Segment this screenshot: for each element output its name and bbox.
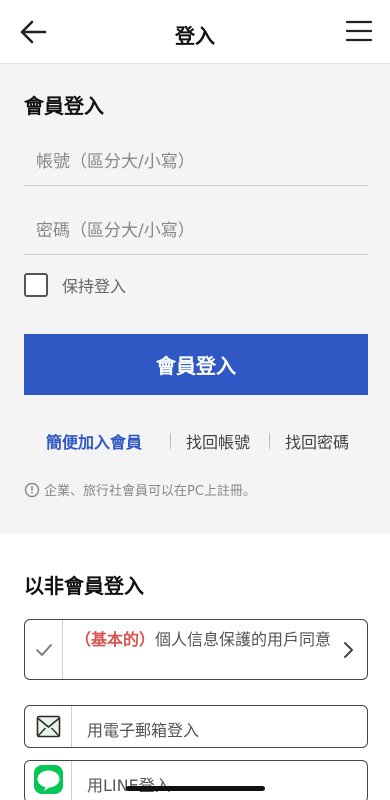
member-login-section: 會員登入 保持登入 會員登入 簡便加入會員 找回帳號 找回密碼 企業、旅行社會員… [0,64,390,534]
divider [269,433,270,449]
home-indicator [126,786,265,791]
keep-logged-in-toggle[interactable]: 保持登入 [24,272,126,298]
find-password-link[interactable]: 找回密碼 [285,429,349,453]
corporate-notice: 企業、旅行社會員可以在PC上註冊。 [24,480,256,499]
consent-text: （基本的）個人信息保護的用戶同意 [75,630,335,650]
email-login-button[interactable]: 用電子郵箱登入 [24,705,368,748]
password-input[interactable] [24,207,368,254]
account-links: 簡便加入會員 找回帳號 找回密碼 [0,429,390,453]
non-member-login-heading: 以非會員登入 [24,574,144,598]
hamburger-menu-icon[interactable] [345,20,373,42]
top-bar: 登入 [0,0,390,64]
email-login-label: 用電子郵箱登入 [87,721,200,740]
account-input[interactable] [24,138,368,185]
member-login-button[interactable]: 會員登入 [24,334,368,395]
consent-check-box[interactable] [25,620,63,679]
line-icon-box [25,761,72,800]
corporate-notice-text: 企業、旅行社會員可以在PC上註冊。 [44,484,256,499]
line-login-button[interactable]: 用LINE登入 [24,760,368,800]
info-circle-icon [24,482,40,498]
keep-logged-in-checkbox[interactable] [24,273,48,297]
envelope-icon [36,715,61,738]
account-field [24,138,368,186]
line-login-label: 用LINE登入 [87,772,171,796]
consent-label: 個人信息保護的用戶同意 [155,630,332,649]
divider [170,433,171,449]
privacy-consent-item[interactable]: （基本的）個人信息保護的用戶同意 [24,619,368,680]
non-member-login-section: 以非會員登入 （基本的）個人信息保護的用戶同意 用電子郵箱登入 用L [0,534,390,800]
member-login-heading: 會員登入 [24,94,104,118]
email-icon-box [25,706,72,747]
chevron-right-icon [343,641,355,659]
consent-basic-tag: （基本的） [75,630,156,649]
page-title: 登入 [175,24,215,48]
password-field [24,207,368,255]
find-account-link[interactable]: 找回帳號 [186,429,250,453]
keep-logged-in-label: 保持登入 [62,277,127,296]
line-app-icon [34,765,63,794]
join-member-link[interactable]: 簡便加入會員 [46,429,142,453]
